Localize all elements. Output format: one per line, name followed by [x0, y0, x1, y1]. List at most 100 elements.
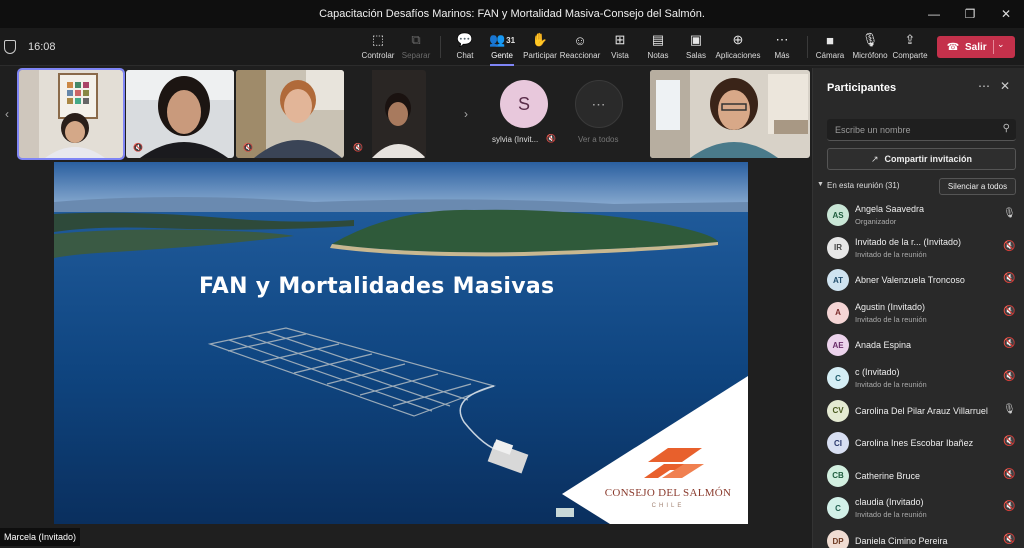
smiley-icon: ☺	[573, 32, 587, 48]
microphone-icon: 🎙	[861, 32, 879, 47]
mic-off-icon: 🔇	[1003, 436, 1016, 448]
participant-row[interactable]: CV Carolina Del Pilar Arauz Villarruel 🎙	[813, 396, 1024, 428]
participant-video	[19, 70, 123, 158]
participant-name: Carolina Del Pilar Arauz Villarruel	[855, 405, 988, 416]
participant-name: Abner Valenzuela Troncoso	[855, 275, 965, 286]
participant-name: Catherine Bruce	[855, 470, 921, 481]
mute-all-button[interactable]: Silenciar a todos	[939, 178, 1016, 195]
presentation-slide: FAN y Mortalidades Masivas CONSEJO DEL S…	[54, 162, 748, 524]
leave-options-chevron-icon[interactable]: ⌄	[997, 39, 1005, 50]
more-button[interactable]: ⋯ Más	[760, 31, 804, 65]
participants-panel: Participantes ⋯ ✕ ⚲ ↗ Compartir invitaci…	[812, 68, 1024, 548]
window-title: Capacitación Desafíos Marinos: FAN y Mor…	[319, 8, 705, 20]
panel-close-icon[interactable]: ✕	[1000, 79, 1010, 93]
rooms-button[interactable]: ▣ Salas	[674, 31, 718, 65]
video-strip: ‹ 🔇 🔇 🔇 › S sylvia (Invit... 🔇 ⋯ Ver a t…	[0, 68, 812, 160]
section-label: En esta reunión (31)	[827, 181, 900, 190]
leave-label: Salir	[965, 41, 987, 53]
participant-row[interactable]: Cc (Invitado) Invitado de la reunión 🔇	[813, 363, 1024, 395]
strip-next-arrow[interactable]: ›	[458, 68, 474, 160]
participant-avatar: C	[827, 497, 849, 520]
shared-content-stage: FAN y Mortalidades Masivas CONSEJO DEL S…	[0, 160, 812, 548]
share-invite-icon: ↗	[870, 153, 879, 164]
separar-button[interactable]: ⧉ Separar	[394, 31, 438, 65]
share-screen-button[interactable]: ⇪ Comparte	[888, 31, 932, 65]
participant-search[interactable]: ⚲	[827, 119, 1016, 141]
participant-role: Invitado de la reunión	[855, 510, 927, 520]
participant-avatar: A	[827, 301, 849, 324]
participant-name: Angela Saavedra	[855, 204, 925, 214]
toolbar-divider	[440, 36, 441, 58]
strip-prev-arrow[interactable]: ‹	[0, 68, 14, 160]
minimize-button[interactable]: —	[916, 0, 952, 28]
rooms-icon: ▣	[689, 32, 703, 47]
shield-icon[interactable]	[4, 40, 16, 54]
panel-title: Participantes	[827, 82, 897, 94]
react-button[interactable]: ☺ Reaccionar	[558, 31, 602, 65]
share-invite-button[interactable]: ↗ Compartir invitación	[827, 148, 1016, 170]
camera-button[interactable]: ■ Cámara	[808, 31, 852, 65]
title-bar: Capacitación Desafíos Marinos: FAN y Mor…	[0, 0, 1024, 28]
microphone-icon: 🎙	[1003, 403, 1016, 415]
video-tile[interactable]: 🔇	[236, 70, 344, 158]
participant-row[interactable]: AE Anada Espina 🔇	[813, 330, 1024, 362]
restore-button[interactable]: ❐	[952, 0, 988, 28]
participant-name: Agustin (Invitado)	[855, 301, 926, 312]
see-all-button[interactable]: ⋯	[575, 80, 623, 128]
participant-avatar: IR	[827, 236, 849, 259]
participant-row[interactable]: A Agustin (Invitado) Invitado de la reunió…	[813, 298, 1024, 330]
video-tile[interactable]	[650, 70, 810, 158]
participant-role: Invitado de la reunión	[855, 314, 927, 324]
participant-role: Invitado de la reunión	[855, 249, 927, 259]
meeting-toolbar: 16:08 ⬚ Controlar ⧉ Separar 💬 Chat 👥 31 G…	[0, 28, 1024, 66]
grid-icon: ⊞	[614, 32, 626, 47]
participant-row[interactable]: DP Daniela Cimino Pereira 🔇	[813, 526, 1024, 548]
participant-row[interactable]: AS Angela Saavedra Organizador 🎙	[813, 200, 1024, 232]
video-tile[interactable]: 🔇	[346, 70, 426, 158]
raise-hand-button[interactable]: ✋ Participar	[518, 31, 562, 65]
presenter-name-tag: Marcela (Invitado)	[0, 528, 81, 546]
participant-name: Carolina Ines Escobar Ibañez	[855, 438, 974, 449]
mic-off-icon: 🔇	[1003, 273, 1016, 285]
video-tile[interactable]	[17, 68, 125, 160]
participant-avatar: C	[827, 367, 849, 389]
slide-background-image	[54, 162, 748, 524]
people-count: 31	[506, 35, 516, 45]
participant-row[interactable]: AT Abner Valenzuela Troncoso 🔇	[813, 265, 1024, 297]
participant-name: Daniela Cimino Pereira	[855, 536, 948, 546]
participant-row[interactable]: CI Carolina Ines Escobar Ibañez 🔇	[813, 428, 1024, 460]
add-app-icon: ⊕	[732, 32, 744, 47]
mic-off-icon: 🔇	[133, 143, 143, 152]
apps-button[interactable]: ⊕ Aplicaciones	[716, 31, 761, 65]
participant-avatar: CB	[827, 464, 849, 487]
participant-row[interactable]: Cclaudia (Invitado) Invitado de la reunió…	[813, 493, 1024, 525]
participant-name: Invitado de la r... (Invitado)	[855, 236, 962, 247]
window-controls: — ❐ ✕	[916, 0, 1024, 28]
brand-name: CONSEJO DEL SALMÓN	[604, 487, 732, 499]
search-input[interactable]	[835, 122, 985, 138]
mic-off-icon: 🔇	[1003, 468, 1016, 480]
participant-avatar: AS	[827, 204, 849, 226]
close-window-button[interactable]: ✕	[988, 0, 1024, 28]
participant-row[interactable]: IR Invitado de la r... (Invitado) Invitado…	[813, 233, 1024, 265]
mic-off-icon: 🔇	[243, 143, 253, 152]
teams-meeting-window: Capacitación Desafíos Marinos: FAN y Mor…	[0, 0, 1024, 548]
mic-off-icon: 🔇	[353, 143, 363, 152]
meeting-timer: 16:08	[28, 41, 56, 53]
in-meeting-section[interactable]: ▼ En esta reunión (31) Silenciar a todos	[817, 178, 1021, 196]
microphone-button[interactable]: 🎙 Micrófono	[848, 31, 892, 65]
participant-name: sylvia (Invit...	[492, 135, 539, 144]
camera-icon: ■	[826, 32, 834, 48]
participant-avatar: CI	[827, 432, 849, 455]
mic-off-icon: 🔇	[1003, 501, 1016, 513]
panel-more-icon[interactable]: ⋯	[978, 79, 991, 93]
participant-row[interactable]: CB Catherine Bruce 🔇	[813, 461, 1024, 493]
leave-button[interactable]: ☎ Salir ⌄	[937, 36, 1015, 58]
chevron-down-icon[interactable]: ▼	[817, 181, 824, 188]
video-tile[interactable]: 🔇	[126, 70, 234, 158]
mic-off-icon: 🔇	[1003, 371, 1016, 382]
slide-title: FAN y Mortalidades Masivas	[199, 274, 555, 299]
participant-avatar[interactable]: S	[500, 80, 548, 128]
participant-video	[650, 70, 810, 158]
hand-icon: ✋	[531, 32, 549, 47]
